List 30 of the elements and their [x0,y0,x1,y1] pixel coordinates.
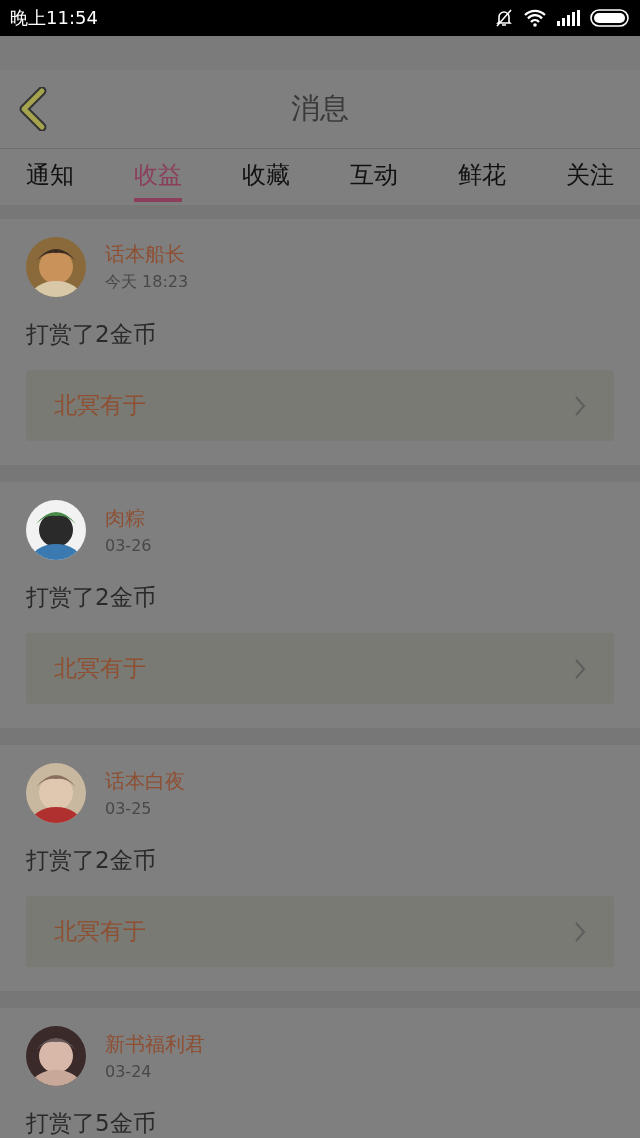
book-link[interactable]: 北冥有于 [26,896,614,967]
tab[interactable]: 互动 [350,149,398,205]
tab[interactable]: 通知 [26,149,74,205]
user-name[interactable]: 肉粽 [105,505,152,532]
back-icon[interactable] [18,87,48,131]
tab[interactable]: 鲜花 [458,149,506,205]
user-name[interactable]: 话本船长 [105,241,189,268]
message-text: 打赏了2金币 [26,846,157,875]
chevron-right-icon [574,920,586,943]
page-title: 消息 [291,90,349,127]
chevron-right-icon [574,657,586,680]
bell-off-icon [494,8,514,28]
message-time: 03-24 [105,1062,153,1081]
tab[interactable]: 关注 [566,149,614,205]
wifi-icon [524,9,546,27]
message-text: 打赏了2金币 [26,320,157,349]
message-text: 打赏了2金币 [26,583,157,612]
battery-icon [590,9,630,27]
signal-icon [556,10,580,26]
message-time: 03-26 [105,536,152,555]
chevron-right-icon [574,394,586,417]
message-text: 打赏了5金币 [26,1109,157,1138]
book-link[interactable]: 北冥有于 [26,633,614,704]
status-time: 晚上11:54 [10,6,98,30]
user-name[interactable]: 话本白夜 [105,768,185,795]
book-link[interactable]: 北冥有于 [26,370,614,441]
message-time: 03-25 [105,799,153,818]
user-name[interactable]: 新书福利君 [105,1031,205,1058]
tab[interactable]: 收藏 [242,149,290,205]
tab[interactable]: 收益 [134,149,182,202]
